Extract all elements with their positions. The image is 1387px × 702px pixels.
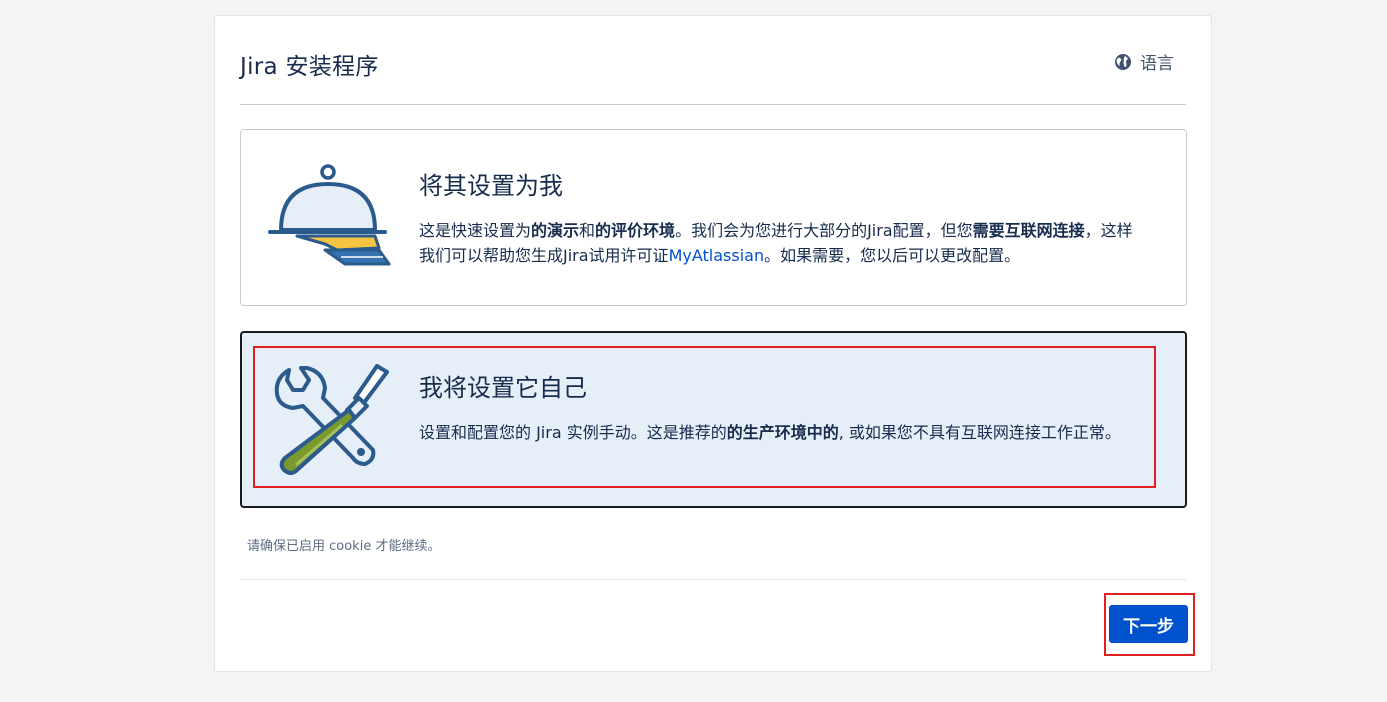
option-title: 将其设置为我	[419, 172, 563, 200]
language-label: 语言	[1140, 54, 1174, 74]
language-selector[interactable]: 语言	[1114, 49, 1174, 74]
page-title: Jira 安装程序	[240, 54, 379, 80]
footer-divider	[240, 579, 1186, 580]
option-description: 这是快速设置为的演示和的评价环境。我们会为您进行大部分的Jira配置，但您需要互…	[419, 221, 1133, 265]
option-title: 我将设置它自己	[419, 374, 587, 402]
cookie-notice: 请确保已启用 cookie 才能继续。	[247, 539, 441, 554]
option-set-up-for-me[interactable]: 将其设置为我 这是快速设置为的演示和的评价环境。我们会为您进行大部分的Jira配…	[240, 129, 1187, 306]
next-button[interactable]: 下一步	[1109, 605, 1188, 643]
panel-header: Jira 安装程序 语言	[240, 42, 1186, 105]
wrench-screwdriver-icon	[274, 364, 389, 475]
option-description: 设置和配置您的 Jira 实例手动。这是推荐的的生产环境中的, 或如果您不具有互…	[419, 423, 1121, 442]
globe-icon	[1115, 53, 1131, 70]
myatlassian-link[interactable]: MyAtlassian	[669, 246, 765, 265]
serving-cloche-icon	[268, 164, 391, 266]
option-set-up-myself[interactable]: 我将设置它自己 设置和配置您的 Jira 实例手动。这是推荐的的生产环境中的, …	[240, 331, 1187, 508]
next-button-highlight: 下一步	[1104, 593, 1195, 656]
setup-panel: Jira 安装程序 语言 将其设置为我 这是快速设置为的演示和的评价环境。我们会…	[214, 15, 1212, 672]
